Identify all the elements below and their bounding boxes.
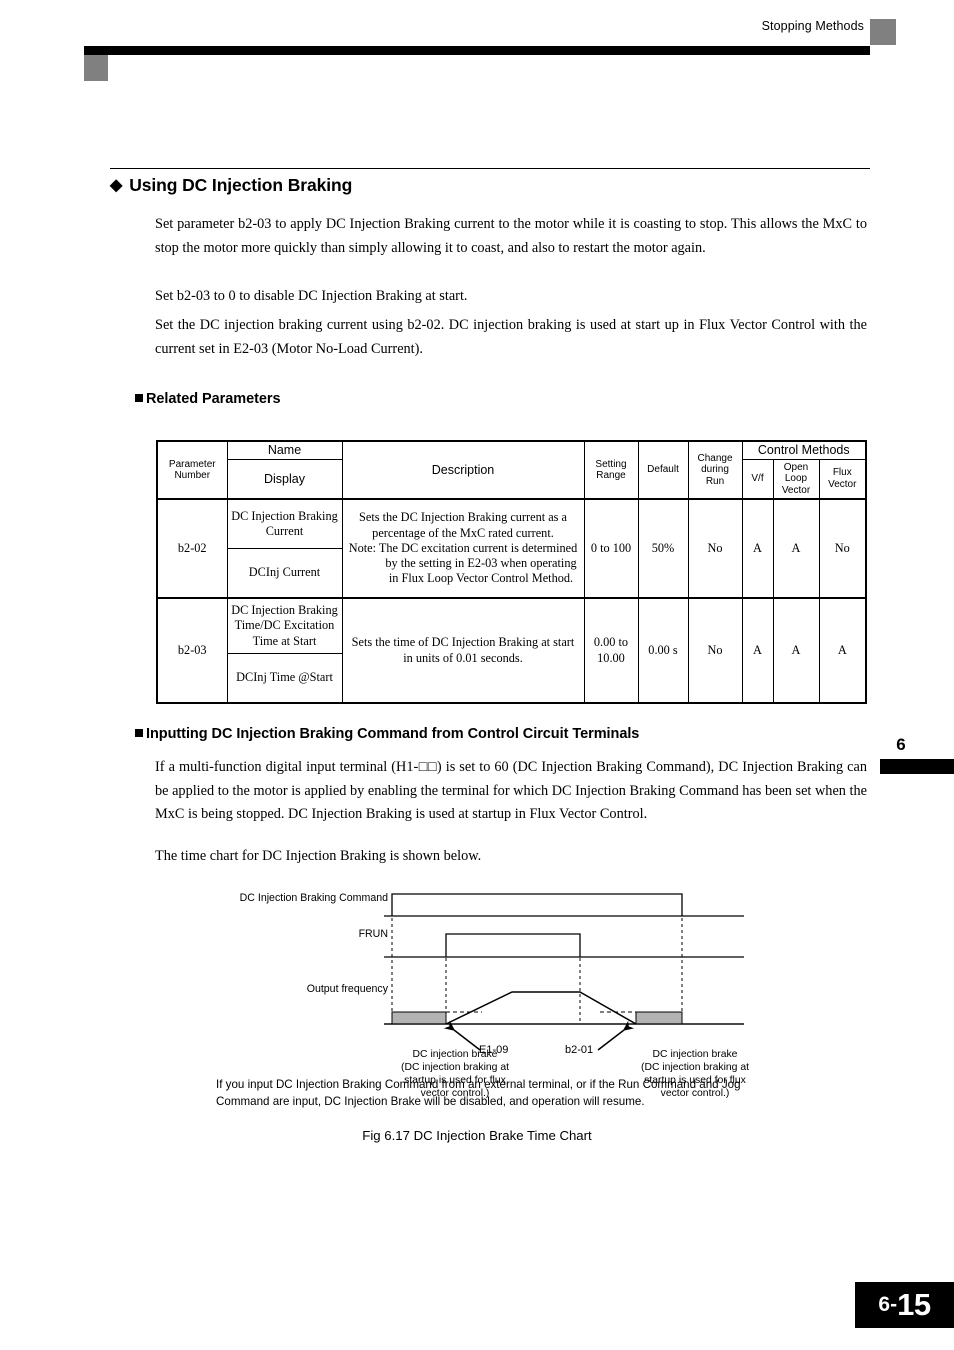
th-default: Default	[637, 440, 689, 500]
header-gray-marker-right	[870, 19, 896, 45]
description-note-label: Note:	[348, 540, 377, 555]
footer-page-value: 15	[897, 1287, 931, 1322]
related-parameters-table-wrap: Parameter Number Name Description Settin…	[156, 440, 868, 704]
page-header: Stopping Methods	[0, 0, 954, 90]
chapter-tab-number: 6	[896, 735, 906, 754]
cell-open-loop-vector: A	[772, 498, 820, 599]
caption-right-line-1: DC injection brake	[652, 1049, 738, 1060]
inputting-paragraph-1: If a multi-function digital input termin…	[155, 759, 867, 822]
annotation-arrow-b2-01	[597, 1020, 635, 1051]
running-header-title: Stopping Methods	[761, 19, 864, 33]
section-paragraph-2: Set b2-03 to 0 to disable DC Injection B…	[155, 288, 468, 304]
caption-right-line-2: (DC injection braking at	[641, 1062, 749, 1073]
cell-change-during-run: No	[687, 498, 743, 599]
cell-description: Sets the time of DC Injection Braking at…	[341, 597, 585, 704]
section-heading: ◆ Using DC Injection Braking	[110, 175, 870, 196]
section-heading-block: ◆ Using DC Injection Braking	[110, 168, 870, 196]
table-row: b2-03 DC Injection Braking Time/DC Excit…	[156, 597, 868, 704]
cell-setting-range: 0.00 to 10.00	[583, 597, 639, 704]
cell-parameter-number: b2-03	[156, 597, 228, 704]
setting-range-text: 0.00 to 10.00	[593, 635, 629, 665]
table-header-row-1: Parameter Number Name Description Settin…	[156, 440, 868, 500]
th-display: Display	[226, 458, 343, 500]
cell-vf: A	[741, 597, 774, 704]
cell-parameter-number: b2-02	[156, 498, 228, 599]
chapter-tab: 6	[872, 735, 954, 774]
cell-parameter-name: DC Injection Braking Current	[226, 498, 343, 549]
cell-parameter-display: DCInj Current	[226, 548, 343, 599]
th-open-loop-vector: Open Loop Vector	[772, 458, 820, 500]
chart-label-frun: FRUN	[358, 928, 388, 940]
description-text: Sets the DC Injection Braking current as…	[359, 510, 567, 540]
cell-parameter-display: DCInj Time @Start	[226, 653, 343, 704]
th-control-methods: Control Methods	[741, 440, 868, 460]
annotation-label-b2-01: b2-01	[565, 1044, 594, 1056]
related-parameters-heading: Related Parameters	[135, 391, 281, 407]
th-flux-vector: Flux Vector	[818, 458, 868, 500]
th-vf: V/f	[741, 458, 774, 500]
cell-default: 0.00 s	[637, 597, 689, 704]
figure-note: If you input DC Injection Braking Comman…	[216, 1078, 741, 1108]
description-note-body: The DC excitation current is determined …	[378, 540, 578, 586]
cell-default: 50%	[637, 498, 689, 599]
diamond-bullet-icon: ◆	[110, 177, 123, 194]
cell-change-during-run: No	[687, 597, 743, 704]
dc-injection-block-left	[391, 1011, 447, 1025]
inputting-section-heading: Inputting DC Injection Braking Command f…	[135, 726, 639, 742]
section-heading-rule	[110, 168, 870, 169]
cell-vf: A	[741, 498, 774, 599]
header-gray-marker-left	[84, 55, 108, 81]
th-setting-range: Setting Range	[583, 440, 639, 500]
section-paragraph-3: Set the DC injection braking current usi…	[155, 317, 867, 357]
cell-parameter-name: DC Injection Braking Time/DC Excitation …	[226, 597, 343, 654]
inputting-paragraph-2: The time chart for DC Injection Braking …	[155, 848, 482, 864]
chart-label-output-frequency: Output frequency	[306, 983, 388, 995]
cell-setting-range: 0 to 100	[583, 498, 639, 599]
header-black-rule	[84, 46, 870, 55]
command-pulse	[391, 893, 683, 916]
cell-flux-vector: No	[818, 498, 868, 599]
footer-page-number: 6- 15	[855, 1282, 954, 1328]
th-description: Description	[341, 440, 585, 500]
dc-injection-block-right	[635, 1011, 683, 1025]
th-parameter-number: Parameter Number	[156, 440, 228, 500]
output-frequency-ramp	[445, 991, 637, 1025]
square-bullet-icon	[135, 394, 143, 402]
cell-description: Sets the DC Injection Braking current as…	[341, 498, 585, 599]
cell-flux-vector: A	[818, 597, 868, 704]
section-paragraph-1: Set parameter b2-03 to apply DC Injectio…	[155, 216, 867, 256]
table-head: Parameter Number Name Description Settin…	[156, 440, 868, 500]
chapter-tab-bar	[880, 759, 954, 774]
footer-chapter-number: 6-	[878, 1293, 898, 1316]
figure-caption: Fig 6.17 DC Injection Brake Time Chart	[362, 1128, 592, 1143]
dc-injection-brake-time-chart: DC Injection Braking Command FRUN Output…	[236, 884, 756, 1099]
cell-open-loop-vector: A	[772, 597, 820, 704]
inputting-section-heading-text: Inputting DC Injection Braking Command f…	[146, 726, 640, 742]
caption-left-line-2: (DC injection braking at	[401, 1062, 509, 1073]
square-bullet-icon	[135, 729, 143, 737]
annotation-arrow-e1-09	[443, 1020, 481, 1051]
th-change-during-run: Change during Run	[687, 440, 743, 500]
chart-label-command: DC Injection Braking Command	[239, 892, 388, 904]
frun-pulse	[445, 933, 581, 957]
table-body: b2-02 DC Injection Braking Current Sets …	[156, 498, 868, 704]
related-parameters-table: Parameter Number Name Description Settin…	[156, 440, 868, 704]
caption-left-line-1: DC injection brake	[412, 1049, 498, 1060]
description-note: Note: The DC excitation current is deter…	[346, 541, 581, 587]
related-parameters-heading-text: Related Parameters	[146, 391, 281, 407]
th-name: Name	[226, 440, 343, 460]
section-heading-text: Using DC Injection Braking	[129, 175, 353, 195]
table-row: b2-02 DC Injection Braking Current Sets …	[156, 498, 868, 599]
